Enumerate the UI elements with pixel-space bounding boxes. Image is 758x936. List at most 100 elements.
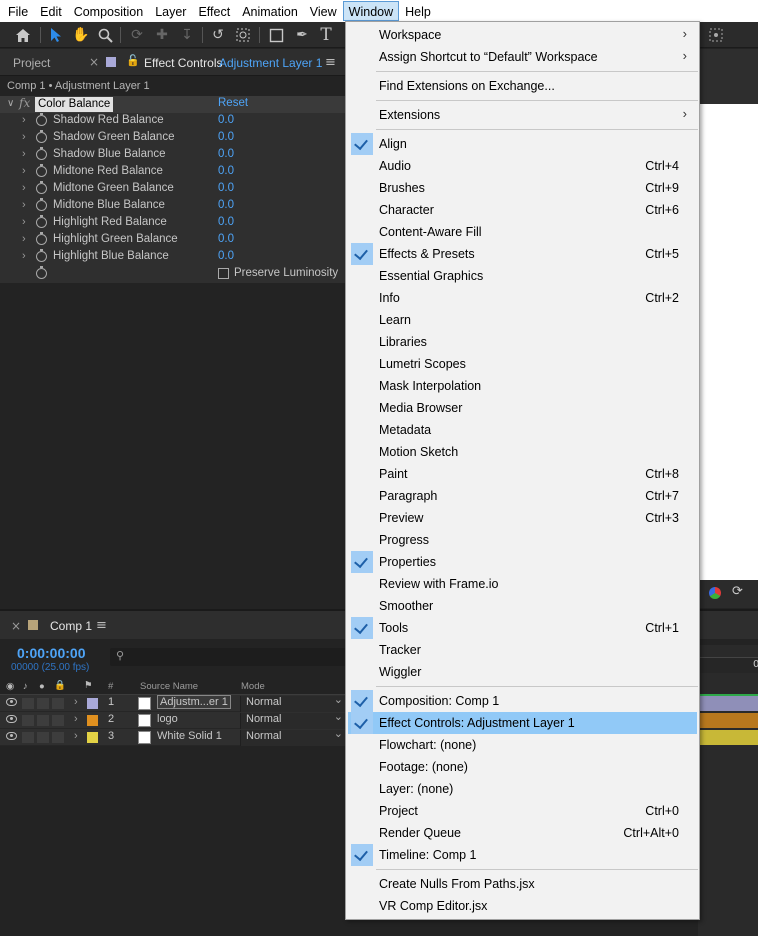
chevron-right-icon[interactable]: ›	[74, 730, 78, 742]
menu-item-wiggler[interactable]: Wiggler	[348, 661, 697, 683]
menu-item-preview[interactable]: Preview Ctrl+3	[348, 507, 697, 529]
menu-item-align[interactable]: Align	[348, 133, 697, 155]
menu-view[interactable]: View	[304, 1, 343, 21]
param-value[interactable]: 0.0	[218, 131, 234, 143]
param-value[interactable]: 0.0	[218, 114, 234, 126]
stopwatch-icon[interactable]	[36, 164, 47, 177]
layer-duration-bar[interactable]	[698, 713, 758, 728]
menu-item-learn[interactable]: Learn	[348, 309, 697, 331]
layer-name[interactable]: logo	[157, 713, 178, 725]
lock-toggle[interactable]	[52, 715, 64, 726]
menu-item-layer-none[interactable]: Layer: (none)	[348, 778, 697, 800]
menu-item-audio[interactable]: Audio Ctrl+4	[348, 155, 697, 177]
home-icon[interactable]	[13, 25, 33, 45]
stopwatch-icon[interactable]	[36, 147, 47, 160]
pen-tool-icon[interactable]: ✒	[292, 25, 312, 45]
layer-name[interactable]: White Solid 1	[157, 730, 222, 742]
chevron-right-icon[interactable]: ›	[22, 148, 26, 160]
param-value[interactable]: 0.0	[218, 199, 234, 211]
menu-item-paragraph[interactable]: Paragraph Ctrl+7	[348, 485, 697, 507]
color-channels-icon[interactable]	[709, 587, 721, 599]
menu-item-properties[interactable]: Properties	[348, 551, 697, 573]
menu-item-paint[interactable]: Paint Ctrl+8	[348, 463, 697, 485]
layer-row[interactable]: › 1 Adjustm...er 1 Normal	[0, 693, 346, 712]
blend-mode-select[interactable]: Normal	[240, 710, 346, 729]
menu-edit[interactable]: Edit	[34, 1, 68, 21]
eye-icon[interactable]	[6, 732, 17, 740]
label-color-swatch[interactable]	[87, 715, 98, 726]
chevron-right-icon[interactable]: ›	[22, 199, 26, 211]
rotation-tool-icon[interactable]: ↺	[208, 25, 228, 45]
chevron-right-icon[interactable]: ›	[22, 216, 26, 228]
menu-help[interactable]: Help	[399, 1, 437, 21]
selection-tool-icon[interactable]	[46, 25, 66, 45]
menu-item-content-aware-fill[interactable]: Content-Aware Fill	[348, 221, 697, 243]
menu-item-effects-presets[interactable]: Effects & Presets Ctrl+5	[348, 243, 697, 265]
label-color-swatch[interactable]	[87, 698, 98, 709]
close-icon[interactable]: ×	[89, 55, 99, 69]
menu-item-composition-comp-1[interactable]: Composition: Comp 1	[348, 690, 697, 712]
menu-item-mask-interpolation[interactable]: Mask Interpolation	[348, 375, 697, 397]
menu-item-assign-shortcut-to-default-workspace[interactable]: Assign Shortcut to “Default” Workspace ›	[348, 46, 697, 68]
reset-link[interactable]: Reset	[218, 97, 248, 109]
tab-project[interactable]: Project	[13, 56, 50, 70]
menu-item-timeline-comp-1[interactable]: Timeline: Comp 1	[348, 844, 697, 866]
stopwatch-icon[interactable]	[36, 198, 47, 211]
layer-name[interactable]: Adjustm...er 1	[157, 695, 231, 709]
menu-item-motion-sketch[interactable]: Motion Sketch	[348, 441, 697, 463]
menu-item-media-browser[interactable]: Media Browser	[348, 397, 697, 419]
preserve-luminosity-checkbox[interactable]	[218, 268, 229, 279]
stopwatch-icon[interactable]	[36, 130, 47, 143]
menu-item-vr-comp-editor-jsx[interactable]: VR Comp Editor.jsx	[348, 895, 697, 917]
eye-icon[interactable]	[6, 698, 17, 706]
layer-duration-bar[interactable]	[698, 730, 758, 745]
lock-toggle[interactable]	[52, 732, 64, 743]
solo-toggle[interactable]	[37, 715, 49, 726]
menu-composition[interactable]: Composition	[68, 1, 149, 21]
param-value[interactable]: 0.0	[218, 250, 234, 262]
menu-window[interactable]: Window	[342, 1, 400, 21]
chevron-right-icon[interactable]: ›	[22, 165, 26, 177]
chevron-right-icon[interactable]: ›	[22, 131, 26, 143]
snap-icon[interactable]	[706, 25, 726, 45]
chevron-down-icon[interactable]: ∨	[7, 98, 14, 109]
param-value[interactable]: 0.0	[218, 148, 234, 160]
menu-file[interactable]: File	[2, 1, 34, 21]
chevron-right-icon[interactable]: ›	[74, 713, 78, 725]
param-value[interactable]: 0.0	[218, 216, 234, 228]
param-value[interactable]: 0.0	[218, 233, 234, 245]
audio-toggle[interactable]	[22, 732, 34, 743]
stopwatch-icon[interactable]	[36, 266, 47, 279]
param-value[interactable]: 0.0	[218, 165, 234, 177]
layer-row[interactable]: › 3 White Solid 1 Normal	[0, 727, 346, 746]
solo-toggle[interactable]	[37, 698, 49, 709]
stopwatch-icon[interactable]	[36, 181, 47, 194]
menu-item-tools[interactable]: Tools Ctrl+1	[348, 617, 697, 639]
menu-effect[interactable]: Effect	[192, 1, 236, 21]
type-tool-icon[interactable]: T	[316, 25, 336, 45]
menu-item-workspace[interactable]: Workspace ›	[348, 24, 697, 46]
audio-toggle[interactable]	[22, 715, 34, 726]
exposure-icon[interactable]: ⟳	[732, 584, 743, 599]
tab-effect-controls[interactable]: Effect Controls	[144, 56, 222, 70]
tab-timeline-comp[interactable]: Comp 1	[50, 619, 92, 633]
menu-item-render-queue[interactable]: Render Queue Ctrl+Alt+0	[348, 822, 697, 844]
effect-name[interactable]: Color Balance	[35, 97, 114, 112]
chevron-right-icon[interactable]: ›	[22, 182, 26, 194]
label-color-swatch[interactable]	[87, 732, 98, 743]
menu-animation[interactable]: Animation	[236, 1, 304, 21]
eye-icon[interactable]	[6, 715, 17, 723]
stopwatch-icon[interactable]	[36, 113, 47, 126]
tab-layer-name[interactable]: Adjustment Layer 1	[219, 56, 322, 70]
zoom-tool-icon[interactable]	[95, 25, 115, 45]
chevron-right-icon[interactable]: ›	[74, 696, 78, 708]
menu-item-create-nulls-from-paths-jsx[interactable]: Create Nulls From Paths.jsx	[348, 873, 697, 895]
menu-item-character[interactable]: Character Ctrl+6	[348, 199, 697, 221]
blend-mode-select[interactable]: Normal	[240, 727, 346, 746]
pan-behind-icon[interactable]	[233, 25, 253, 45]
menu-item-lumetri-scopes[interactable]: Lumetri Scopes	[348, 353, 697, 375]
layer-search-input[interactable]: ⚲	[110, 648, 346, 666]
blend-mode-select[interactable]: Normal	[240, 693, 346, 712]
lock-icon[interactable]: 🔓	[126, 54, 140, 67]
panel-menu-icon[interactable]: ≡	[96, 618, 107, 633]
